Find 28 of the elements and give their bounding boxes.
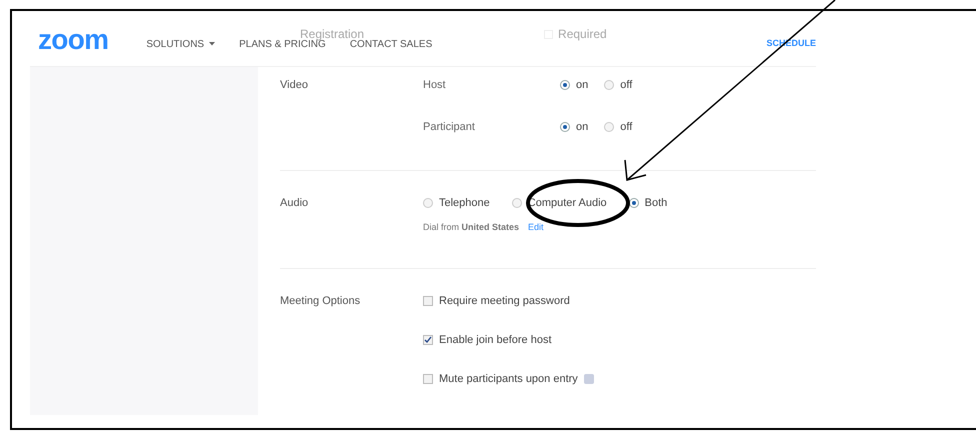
nav-link[interactable]: SOLUTIONS [146, 36, 216, 52]
field-label: Host [423, 78, 447, 93]
radio-button[interactable] [604, 122, 614, 132]
section-label: Meeting Options [280, 294, 362, 309]
section-label: Video [280, 78, 309, 93]
radio-button[interactable] [560, 80, 570, 90]
option-label: on [576, 120, 588, 135]
radio-button[interactable] [604, 80, 614, 90]
checkbox-label: Mute participants upon entry [439, 372, 578, 387]
faded-label: Required [558, 26, 607, 43]
radio-button[interactable] [423, 198, 433, 208]
section-label: Audio [280, 196, 310, 211]
info-icon[interactable] [584, 374, 594, 384]
checkbox[interactable] [423, 374, 433, 384]
option-label: on [576, 78, 588, 93]
radio-button[interactable] [560, 122, 570, 132]
radio-button[interactable] [512, 198, 522, 208]
option-label: off [620, 78, 632, 93]
option-label: Both [644, 196, 668, 211]
option-label: Telephone [439, 196, 490, 211]
checkbox[interactable] [423, 296, 433, 306]
field-label: Participant [423, 120, 476, 135]
checkbox-label: Require meeting password [439, 294, 570, 309]
checkbox-label: Enable join before host [439, 332, 552, 348]
checkbox[interactable] [423, 335, 433, 345]
option-label: off [620, 120, 632, 135]
caret-icon [209, 42, 216, 46]
dial-from-text: Dial from United States [423, 221, 520, 234]
